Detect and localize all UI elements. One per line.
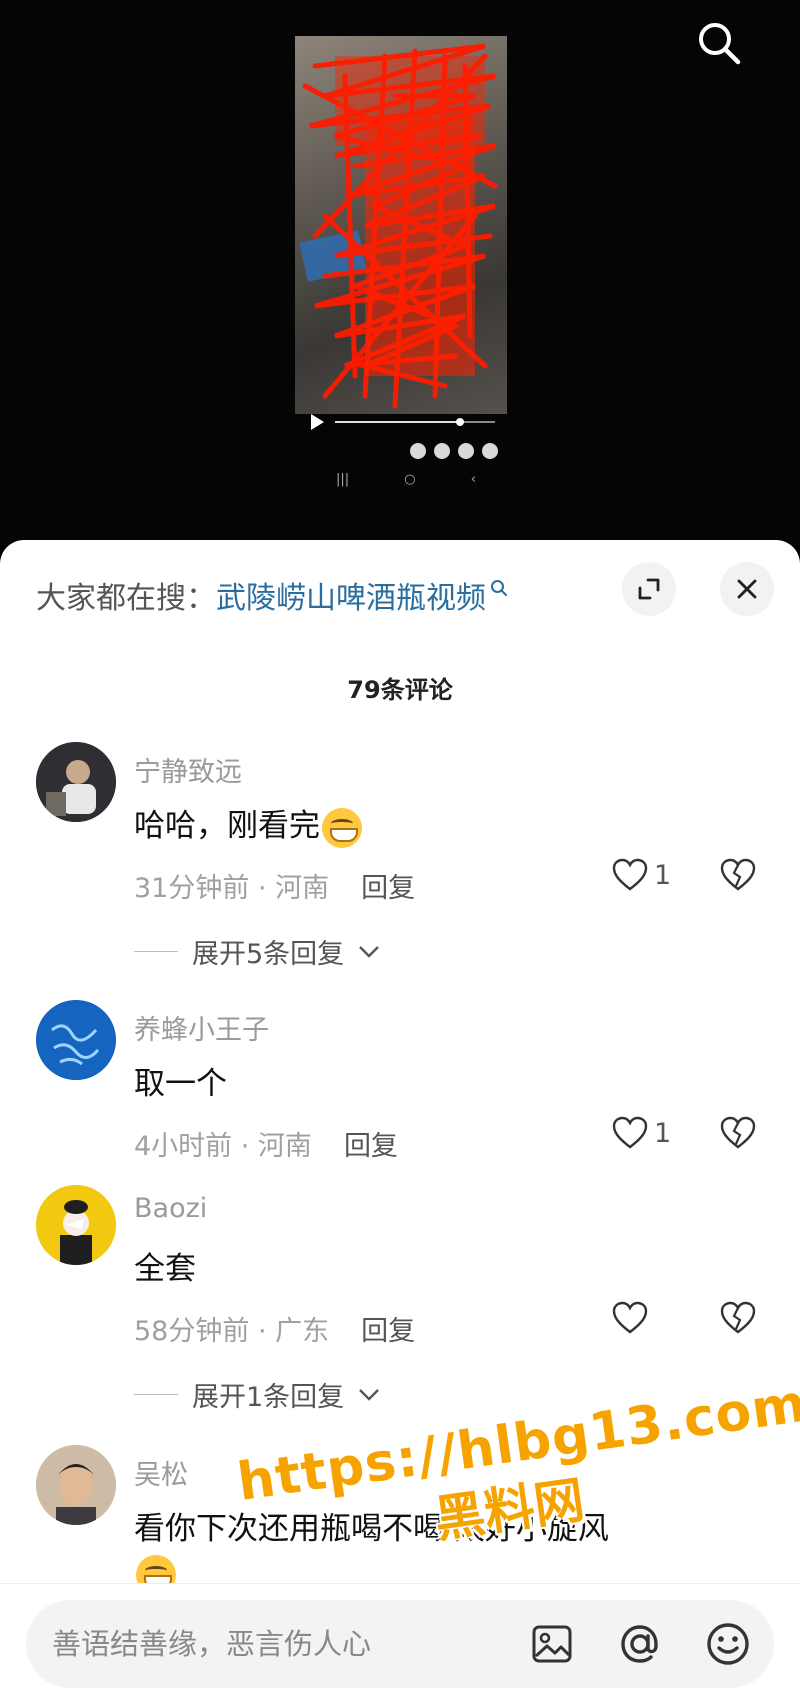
- broken-heart-icon: [720, 1116, 756, 1149]
- avatar[interactable]: [36, 1445, 116, 1525]
- divider-line: [134, 1394, 178, 1395]
- comment-count-title: 79条评论: [347, 676, 453, 704]
- search-suggestion-topic[interactable]: 武陵崂山啤酒瓶视频: [216, 573, 486, 617]
- avatar[interactable]: [36, 1000, 116, 1080]
- smiley-icon: [707, 1623, 749, 1665]
- expand-replies-label: 展开5条回复: [192, 939, 345, 970]
- avatar-image: [36, 1185, 116, 1265]
- search-icon: [699, 23, 741, 65]
- avatar[interactable]: [36, 1185, 116, 1265]
- comment-text: 全套: [134, 1251, 196, 1287]
- video-player[interactable]: ||| ○ ‹: [0, 0, 800, 545]
- like-button[interactable]: 1: [612, 1116, 671, 1150]
- video-actions: [410, 443, 498, 459]
- reply-button[interactable]: 回复: [361, 873, 415, 904]
- at-icon: [621, 1625, 658, 1663]
- search-button[interactable]: [690, 14, 748, 72]
- comment-time-location: 31分钟前 · 河南: [134, 873, 330, 904]
- heart-icon: [612, 1301, 648, 1334]
- progress-fill: [335, 421, 460, 423]
- more-icon[interactable]: [482, 443, 498, 459]
- dislike-button[interactable]: [720, 1301, 756, 1339]
- search-suggestion-prefix: 大家都在搜：: [36, 581, 216, 616]
- chevron-down-icon: [359, 945, 380, 958]
- expand-icon: [638, 578, 660, 600]
- heart-icon: [612, 1116, 648, 1149]
- dislike-button[interactable]: [720, 858, 756, 896]
- share-icon[interactable]: [410, 443, 426, 459]
- avatar-image: [36, 1445, 116, 1525]
- reply-button[interactable]: 回复: [344, 1131, 398, 1162]
- comment-meta: 58分钟前 · 广东 回复: [134, 1309, 415, 1348]
- reply-button[interactable]: 回复: [361, 1316, 415, 1347]
- comments-sheet: 大家都在搜： 武陵崂山啤酒瓶视频 79条评论 宁静致远 哈哈，刚看完 31分钟前…: [0, 540, 800, 1703]
- comment-text: 看你下次还用瓶喝不喝 太好小旋风: [134, 1511, 609, 1547]
- video-thumbnail[interactable]: [295, 36, 507, 414]
- avatar[interactable]: [36, 742, 116, 822]
- comment-author[interactable]: 宁静致远: [134, 750, 242, 789]
- play-icon[interactable]: [311, 414, 324, 430]
- expand-replies-label: 展开1条回复: [192, 1382, 345, 1413]
- comment-input[interactable]: [52, 1600, 522, 1688]
- search-suggestion-bar[interactable]: 大家都在搜： 武陵崂山啤酒瓶视频: [36, 570, 508, 620]
- heart-icon: [612, 858, 648, 891]
- video-controls[interactable]: [295, 410, 507, 434]
- comment-meta: 31分钟前 · 河南 回复: [134, 866, 415, 905]
- comment-author[interactable]: Baozi: [134, 1193, 207, 1224]
- home-icon[interactable]: ○: [404, 472, 415, 487]
- like-count: 1: [654, 859, 672, 891]
- comment-input-container[interactable]: [26, 1600, 774, 1688]
- comment-time-location: 58分钟前 · 广东: [134, 1316, 330, 1347]
- like-button[interactable]: 1: [612, 858, 671, 892]
- close-sheet-button[interactable]: [720, 562, 774, 616]
- dislike-button[interactable]: [720, 1116, 756, 1154]
- progress-knob[interactable]: [455, 418, 464, 426]
- comment-author[interactable]: 吴松: [134, 1453, 188, 1492]
- mention-button[interactable]: [616, 1620, 664, 1668]
- image-icon: [532, 1625, 572, 1663]
- back-icon[interactable]: ‹: [471, 472, 476, 487]
- save-icon[interactable]: [434, 443, 450, 459]
- expand-replies-button[interactable]: 展开1条回复: [134, 1375, 380, 1414]
- expand-sheet-button[interactable]: [622, 562, 676, 616]
- progress-bar[interactable]: [335, 421, 495, 423]
- comment-input-bar: [0, 1583, 800, 1703]
- redaction-scribble: [302, 43, 498, 409]
- system-nav-bar: ||| ○ ‹: [336, 472, 476, 487]
- search-small-icon: [491, 580, 507, 596]
- broken-heart-icon: [720, 1301, 756, 1334]
- expand-replies-button[interactable]: 展开5条回复: [134, 932, 380, 971]
- avatar-image: [36, 742, 116, 822]
- recent-apps-icon[interactable]: |||: [336, 472, 349, 487]
- chevron-down-icon: [359, 1388, 380, 1401]
- divider-line: [134, 951, 178, 952]
- like-count: 1: [654, 1117, 672, 1149]
- list-icon[interactable]: [458, 443, 474, 459]
- comment-author[interactable]: 养蜂小王子: [134, 1008, 269, 1047]
- comment-text-content: 哈哈，刚看完: [134, 808, 320, 844]
- avatar-image: [36, 1000, 116, 1080]
- close-icon: [737, 579, 757, 599]
- grin-sweat-emoji-icon: [322, 807, 362, 848]
- emoji-button[interactable]: [704, 1620, 752, 1668]
- comment-time-location: 4小时前 · 河南: [134, 1131, 312, 1162]
- like-button[interactable]: [612, 1301, 654, 1335]
- comment-text: 哈哈，刚看完: [134, 800, 362, 848]
- comment-text: 取一个: [134, 1066, 227, 1102]
- comment-meta: 4小时前 · 河南 回复: [134, 1124, 398, 1163]
- broken-heart-icon: [720, 858, 756, 891]
- image-button[interactable]: [528, 1620, 576, 1668]
